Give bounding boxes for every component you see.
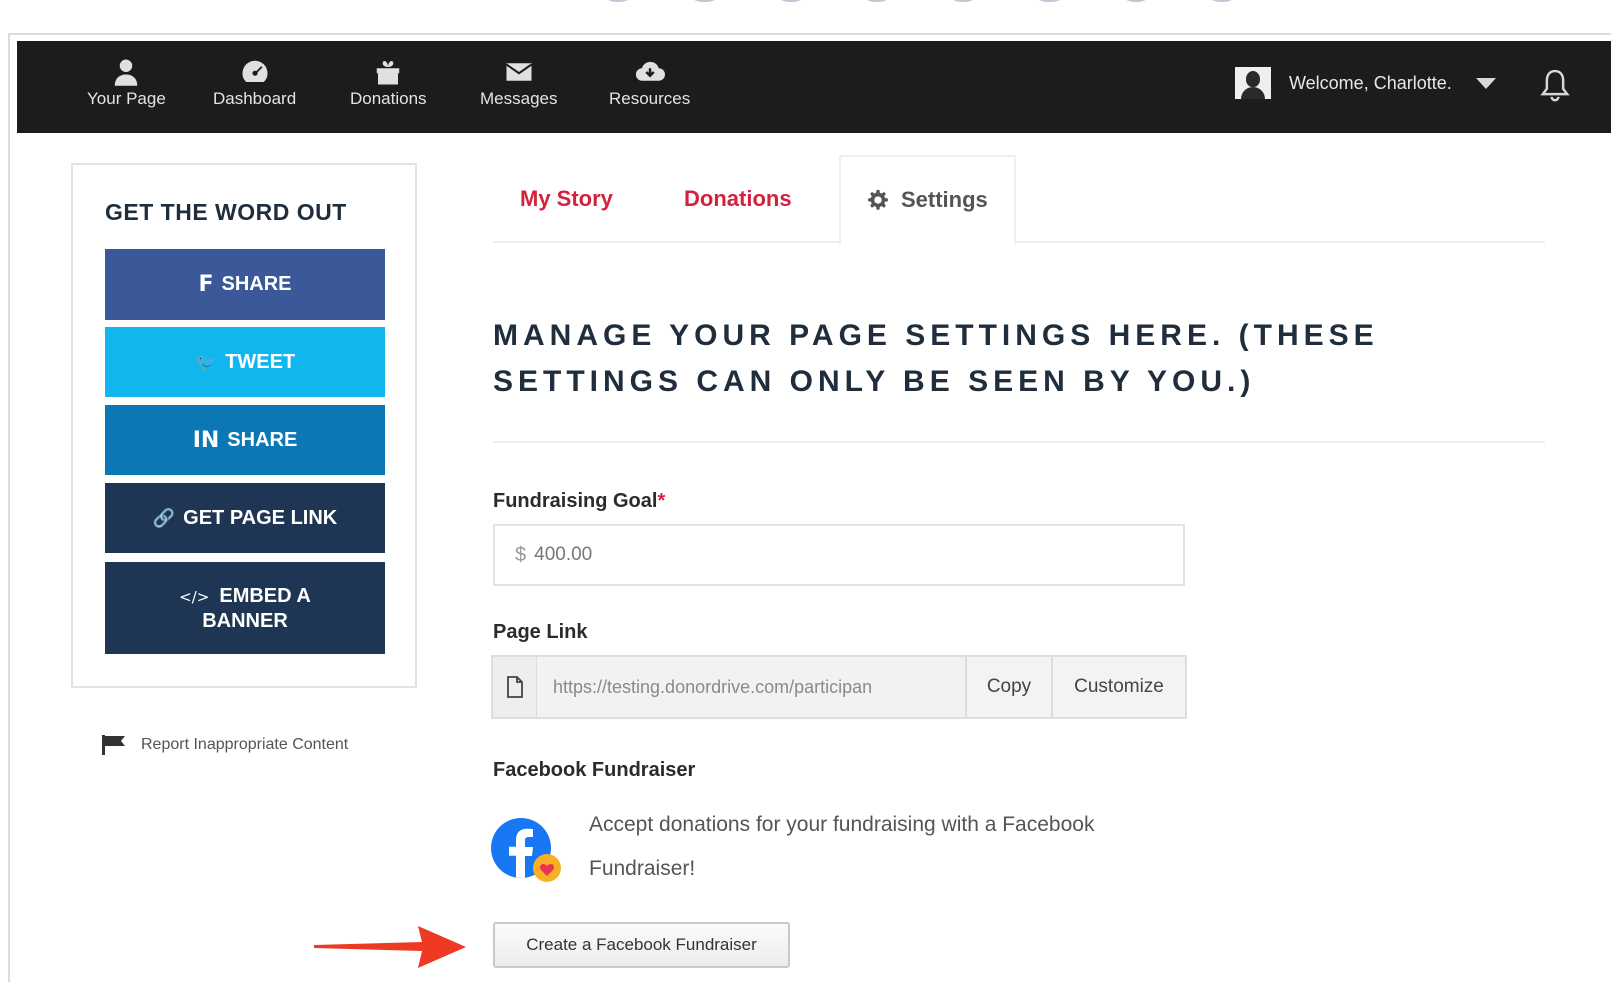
goal-label: Fundraising Goal* [493, 490, 666, 512]
share-sidebar: GET THE WORD OUT f SHARE 🐦 TWEET in SHAR… [71, 163, 417, 688]
button-label: SHARE [227, 428, 298, 451]
nav-your-page[interactable]: Your Page [87, 57, 166, 109]
page-title: MANAGE YOUR PAGE SETTINGS HERE. (THESE S… [493, 319, 1379, 398]
cropped-header-fragment [600, 0, 1240, 8]
goal-value: 400.00 [534, 544, 593, 565]
envelope-icon [505, 63, 532, 81]
nav-label: Messages [480, 89, 558, 108]
report-label: Report Inappropriate Content [141, 736, 349, 753]
nav-donations[interactable]: Donations [350, 57, 427, 109]
required-marker: * [657, 490, 666, 512]
button-label: GET PAGE LINK [183, 506, 338, 529]
document-icon [493, 657, 537, 717]
sidebar-title: GET THE WORD OUT [105, 199, 347, 225]
page-link-field[interactable]: https://testing.donordrive.com/participa… [537, 657, 965, 717]
twitter-bird-icon: 🐦 [194, 351, 218, 373]
user-menu[interactable]: Welcome, Charlotte. [1235, 67, 1496, 99]
nav-label: Your Page [87, 89, 166, 108]
copy-button[interactable]: Copy [965, 657, 1051, 717]
nav-label: Resources [609, 89, 691, 108]
welcome-text: Welcome, Charlotte. [1289, 72, 1452, 93]
button-label: TWEET [225, 350, 296, 373]
page-link-label: Page Link [493, 621, 588, 643]
nav-dashboard[interactable]: Dashboard [213, 57, 296, 109]
red-arrow-annotation [314, 926, 466, 968]
facebook-icon: f [198, 272, 214, 297]
tab-label: Settings [901, 187, 988, 212]
button-label: SHARE [221, 273, 292, 295]
fundraising-goal-input[interactable]: $ 400.00 [493, 524, 1185, 586]
cloud-download-icon [635, 61, 665, 81]
customize-button[interactable]: Customize [1051, 657, 1185, 717]
facebook-fundraiser-label: Facebook Fundraiser [493, 759, 696, 781]
page-link-group: https://testing.donordrive.com/participa… [491, 655, 1187, 719]
divider [493, 441, 1545, 443]
nav-resources[interactable]: Resources [609, 57, 690, 109]
create-facebook-fundraiser-button[interactable]: Create a Facebook Fundraiser [493, 922, 790, 968]
button-label: </> EMBED A BANNER [179, 584, 311, 632]
linkedin-share-button[interactable]: in SHARE [105, 405, 385, 475]
facebook-share-button[interactable]: f SHARE [105, 249, 385, 320]
nav-label: Dashboard [213, 89, 297, 108]
dashboard-icon [242, 60, 268, 82]
avatar [1235, 67, 1271, 99]
tab-my-story[interactable]: My Story [520, 155, 613, 243]
facebook-fundraiser-icon [491, 818, 561, 882]
user-icon [115, 59, 138, 86]
tab-bar: My Story Donations Settings [493, 155, 1545, 245]
get-page-link-button[interactable]: 🔗 GET PAGE LINK [105, 483, 385, 553]
facebook-fundraiser-description: Accept donations for your fundraising wi… [589, 813, 1095, 880]
bell-icon[interactable] [1538, 67, 1572, 105]
gear-icon [868, 189, 888, 210]
currency-symbol: $ [515, 543, 527, 566]
nav-messages[interactable]: Messages [480, 57, 557, 109]
tab-donations[interactable]: Donations [684, 155, 792, 243]
linkedin-icon: in [192, 427, 220, 453]
top-nav-bar: Your Page Dashboard Donations Messages R… [17, 41, 1611, 133]
twitter-tweet-button[interactable]: 🐦 TWEET [105, 327, 385, 397]
gift-icon [377, 61, 400, 85]
code-icon: </> [179, 587, 210, 606]
nav-label: Donations [350, 89, 427, 108]
flag-icon [102, 735, 125, 755]
report-content-link[interactable]: Report Inappropriate Content [101, 734, 348, 756]
link-icon: 🔗 [152, 507, 176, 529]
tab-settings[interactable]: Settings [839, 155, 1016, 245]
caret-down-icon [1475, 77, 1496, 89]
embed-banner-button[interactable]: </> EMBED A BANNER [105, 562, 385, 654]
page: Your Page Dashboard Donations Messages R… [0, 0, 1611, 982]
